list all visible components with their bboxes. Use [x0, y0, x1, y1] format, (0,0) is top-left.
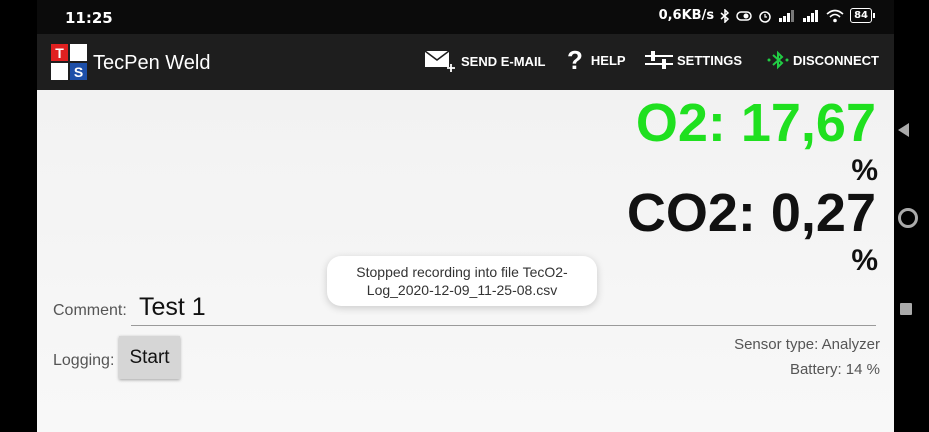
sliders-icon — [645, 51, 673, 69]
start-logging-button[interactable]: Start — [119, 336, 180, 379]
question-icon: ? — [567, 45, 583, 75]
bluetooth-icon — [767, 50, 789, 70]
logo-letter-t: T — [55, 45, 64, 61]
toggle-status-icon — [736, 10, 752, 21]
sensor-type: Sensor type: Analyzer — [734, 336, 880, 353]
help-label: HELP — [590, 52, 626, 68]
status-icons: 0,6KB/s 84 — [658, 8, 875, 23]
android-nav-bar — [894, 0, 929, 432]
logo-letter-s: S — [74, 64, 83, 80]
app-logo: T S — [51, 44, 87, 80]
help-button[interactable]: ? HELP — [567, 45, 626, 75]
alarm-status-icon — [759, 10, 771, 23]
toast-message: Stopped recording into file TecO2-Log_20… — [327, 256, 597, 306]
send-email-button[interactable]: SEND E-MAIL — [425, 50, 546, 72]
co2-reading: CO2: 0,27 — [626, 183, 876, 243]
status-bar: 11:25 0,6KB/s 84 — [37, 0, 894, 34]
signal-2-icon — [803, 9, 819, 22]
logging-label: Logging: — [53, 352, 115, 369]
network-speed: 0,6KB/s — [658, 8, 715, 23]
disconnect-button[interactable]: DISCONNECT — [767, 50, 879, 70]
comment-label: Comment: — [53, 302, 127, 319]
battery-level: Battery: 14 % — [789, 361, 880, 378]
main-content: O2: 17,67 % CO2: 0,27 % Comment: Logging… — [37, 90, 894, 432]
status-time: 11:25 — [65, 9, 113, 27]
email-plus-icon — [425, 50, 455, 72]
home-icon[interactable] — [898, 208, 918, 228]
app-title: TecPen Weld — [93, 52, 211, 74]
o2-reading: O2: 17,67 — [635, 93, 876, 153]
co2-unit: % — [851, 244, 878, 277]
settings-button[interactable]: SETTINGS — [645, 50, 742, 70]
back-icon[interactable] — [898, 123, 909, 137]
signal-icon — [779, 9, 795, 22]
settings-label: SETTINGS — [677, 52, 743, 68]
phone-screen: 11:25 0,6KB/s 84 T S TecPen Weld SEND E-… — [37, 0, 894, 432]
disconnect-label: DISCONNECT — [793, 52, 879, 68]
recents-icon[interactable] — [900, 303, 912, 315]
app-bar: T S TecPen Weld SEND E-MAIL ? HELP SETTI… — [37, 34, 894, 90]
battery-icon: 84 — [850, 8, 875, 23]
bluetooth-status-icon — [720, 8, 730, 23]
send-email-label: SEND E-MAIL — [461, 53, 546, 69]
wifi-icon — [826, 9, 844, 22]
